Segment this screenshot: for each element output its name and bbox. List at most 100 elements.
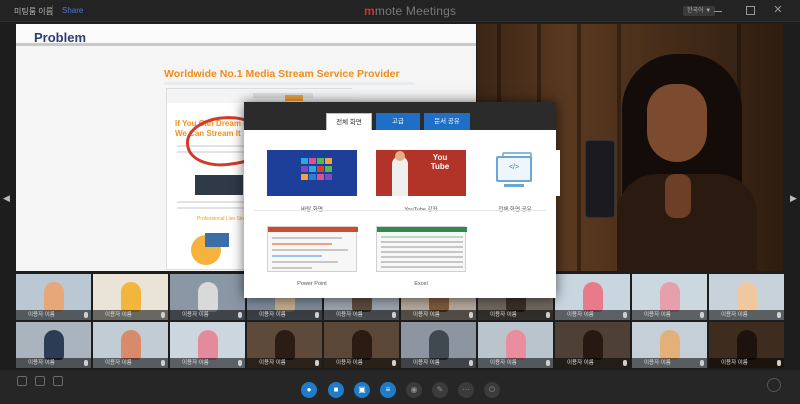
chat-icon[interactable] bbox=[34, 376, 46, 392]
mic-icon bbox=[315, 360, 319, 366]
participant-figure bbox=[506, 330, 526, 360]
mic-icon bbox=[700, 360, 704, 366]
ribbon-bar bbox=[268, 227, 358, 232]
grid-row bbox=[381, 261, 463, 263]
settings-icon[interactable] bbox=[52, 376, 64, 392]
mic-icon bbox=[623, 312, 627, 318]
logo-mark: m bbox=[364, 4, 375, 18]
microphone-icon[interactable]: ● bbox=[301, 382, 317, 398]
mic-icon bbox=[700, 312, 704, 318]
leave-icon[interactable]: ⏻ bbox=[484, 382, 500, 398]
desktop-tile bbox=[301, 158, 308, 164]
participant-tile[interactable]: 이용자 이름 bbox=[555, 322, 630, 368]
desktop-tile bbox=[325, 158, 332, 164]
participant-tile[interactable]: 이용자 이름 bbox=[709, 274, 784, 320]
mic-icon bbox=[315, 312, 319, 318]
participant-name: 이용자 이름 bbox=[478, 310, 553, 320]
option-label: 전체 화면 공유 bbox=[470, 205, 560, 213]
participant-figure bbox=[44, 330, 64, 360]
mic-icon bbox=[238, 312, 242, 318]
participant-tile[interactable]: 이용자 이름 bbox=[93, 274, 168, 320]
participant-tile[interactable]: 이용자 이름 bbox=[170, 274, 245, 320]
youtube-logo: You Tube bbox=[426, 153, 454, 175]
mic-icon bbox=[623, 360, 627, 366]
mic-icon bbox=[84, 312, 88, 318]
app-logo: mmote Meetings bbox=[364, 4, 456, 18]
desktop-tile bbox=[317, 158, 324, 164]
desktop-tile bbox=[309, 158, 316, 164]
mic-icon bbox=[392, 312, 396, 318]
participant-figure bbox=[660, 282, 680, 312]
content-row bbox=[272, 249, 348, 251]
participant-tile[interactable]: 이용자 이름 bbox=[709, 322, 784, 368]
powerpoint-icon bbox=[267, 226, 358, 272]
maximize-icon[interactable] bbox=[744, 4, 756, 16]
excel-icon bbox=[376, 226, 467, 272]
document-icon[interactable]: ≡ bbox=[380, 382, 396, 398]
more-icon[interactable]: ⋯ bbox=[458, 382, 474, 398]
camera-icon[interactable]: ■ bbox=[328, 382, 344, 398]
grid-row bbox=[381, 266, 463, 268]
screen-share-button-icon[interactable]: ▣ bbox=[354, 382, 370, 398]
minimize-icon[interactable] bbox=[712, 4, 724, 16]
icon-frame bbox=[17, 376, 27, 386]
participant-name: 이용자 이름 bbox=[555, 310, 630, 320]
desktop-tile bbox=[325, 166, 332, 172]
slide-title: Problem bbox=[34, 30, 87, 45]
whiteboard-icon[interactable]: ✎ bbox=[432, 382, 448, 398]
participant-tile[interactable]: 이용자 이름 bbox=[16, 322, 91, 368]
code-glyph: </> bbox=[508, 164, 520, 171]
participant-tile[interactable]: 이용자 이름 bbox=[324, 322, 399, 368]
tab-full-screen[interactable]: 전체 화면 bbox=[326, 113, 372, 130]
mic-icon bbox=[469, 312, 473, 318]
mic-icon bbox=[546, 312, 550, 318]
participant-figure bbox=[352, 330, 372, 360]
screen-share-icon: </> bbox=[470, 150, 560, 196]
mic-icon bbox=[84, 360, 88, 366]
title-divider bbox=[52, 5, 53, 16]
desktop-tile bbox=[317, 166, 324, 172]
share-link[interactable]: Share bbox=[62, 6, 83, 15]
mic-icon bbox=[777, 360, 781, 366]
participant-name: 이용자 이름 bbox=[247, 310, 322, 320]
participants-icon[interactable] bbox=[16, 376, 28, 392]
logo-text: mote Meetings bbox=[374, 4, 457, 18]
participant-name: 이용자 이름 bbox=[16, 310, 91, 320]
meeting-app: 미팅룸 이름 Share mmote Meetings 한국어 ▼ ✕ ◀ ▶ … bbox=[0, 0, 800, 404]
participant-name: 이용자 이름 bbox=[324, 358, 399, 368]
tab-advanced[interactable]: 고급 bbox=[376, 113, 420, 130]
participant-figure bbox=[44, 282, 64, 312]
mic-icon bbox=[777, 312, 781, 318]
participant-tile[interactable]: 이용자 이름 bbox=[93, 322, 168, 368]
desktop-tile bbox=[309, 166, 316, 172]
participant-tile[interactable]: 이용자 이름 bbox=[478, 322, 553, 368]
participant-tile[interactable]: 이용자 이름 bbox=[247, 322, 322, 368]
mic-icon bbox=[161, 312, 165, 318]
youtube-logo-line-2: Tube bbox=[430, 162, 450, 171]
participant-tile[interactable]: 이용자 이름 bbox=[170, 322, 245, 368]
close-icon[interactable]: ✕ bbox=[772, 4, 784, 16]
web-header-rule bbox=[164, 82, 414, 85]
participant-tile[interactable]: 이용자 이름 bbox=[632, 274, 707, 320]
desktop-tile bbox=[301, 166, 308, 172]
previous-page-icon[interactable]: ◀ bbox=[3, 192, 11, 204]
language-select[interactable]: 한국어 ▼ bbox=[683, 6, 716, 16]
desktop-screen-icon bbox=[267, 150, 357, 196]
power-icon[interactable] bbox=[767, 378, 781, 392]
participant-tile[interactable]: 이용자 이름 bbox=[555, 274, 630, 320]
content-row bbox=[272, 243, 332, 245]
participant-figure bbox=[121, 330, 141, 360]
participant-figure bbox=[198, 330, 218, 360]
content-row bbox=[272, 267, 312, 269]
participant-tile[interactable]: 이용자 이름 bbox=[632, 322, 707, 368]
icon-frame bbox=[53, 376, 63, 386]
participant-tile[interactable]: 이용자 이름 bbox=[401, 322, 476, 368]
desktop-tile bbox=[317, 174, 324, 180]
next-page-icon[interactable]: ▶ bbox=[790, 192, 798, 204]
record-icon[interactable]: ◉ bbox=[406, 382, 422, 398]
participant-tile[interactable]: 이용자 이름 bbox=[16, 274, 91, 320]
grid-row bbox=[381, 246, 463, 248]
tab-document-share[interactable]: 문서 공유 bbox=[424, 113, 470, 130]
participant-name: 이용자 이름 bbox=[324, 310, 399, 320]
website-nav-button bbox=[285, 95, 303, 101]
